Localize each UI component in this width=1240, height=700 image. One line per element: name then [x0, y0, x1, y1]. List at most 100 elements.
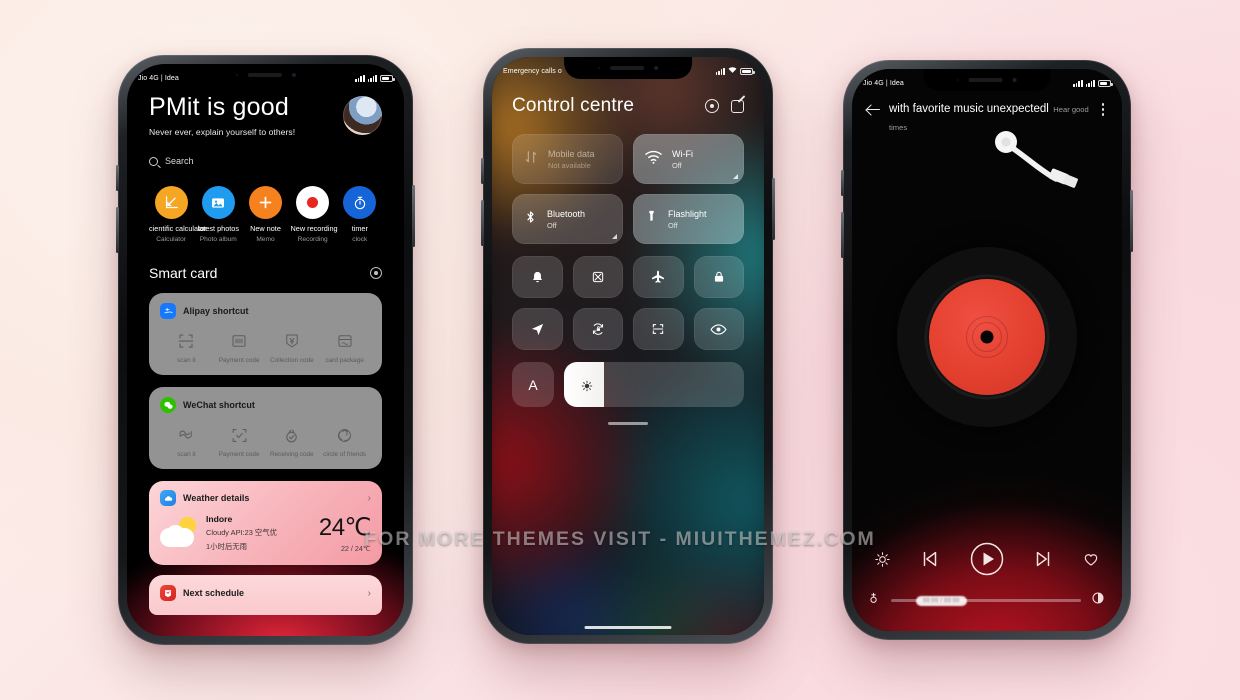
toggle-rotation-lock[interactable] — [572, 308, 623, 350]
card-title: WeChat shortcut — [183, 400, 255, 411]
wechat-actions: scan it Payment code Receiving code circ… — [160, 424, 371, 458]
power-button[interactable] — [1130, 190, 1133, 252]
power-button[interactable] — [412, 185, 415, 247]
smart-card-title: Smart card — [149, 265, 218, 282]
volume-icon[interactable] — [1090, 590, 1106, 611]
drag-handle[interactable] — [608, 422, 648, 425]
app-shortcut-calculator[interactable]: cientific calculator Calculator — [149, 186, 207, 243]
location-icon — [531, 323, 543, 335]
next-schedule-title: Next schedule — [183, 588, 245, 599]
signal-bars-icon — [355, 74, 365, 82]
app-label-secondary: Recording — [297, 236, 328, 244]
airplane-icon — [652, 270, 665, 283]
sensor-dot-icon — [597, 67, 600, 69]
gear-icon[interactable] — [705, 99, 719, 113]
toggle-reading-mode[interactable] — [693, 308, 744, 350]
app-shortcut-timer[interactable]: timer clock — [338, 186, 382, 243]
progress-bar[interactable]: 00:00 / 00:00 — [891, 595, 1081, 606]
app-label-primary: New note — [250, 224, 281, 234]
back-arrow-icon[interactable] — [865, 102, 881, 118]
front-camera-icon — [291, 73, 296, 77]
alipay-action-collection[interactable]: Collection code — [266, 330, 319, 364]
record-icon — [296, 186, 330, 220]
barcode-icon — [213, 330, 266, 352]
chevron-right-icon: › — [367, 492, 371, 504]
weather-title: Weather details — [183, 493, 250, 504]
status-icons — [355, 74, 395, 82]
bluetooth-icon — [523, 208, 538, 231]
search-input[interactable]: Search — [149, 156, 382, 166]
toggle-screenshot[interactable] — [572, 256, 623, 298]
lock-icon — [714, 271, 723, 282]
status-icons — [1073, 79, 1113, 87]
wechat-action-moments[interactable]: circle of friends — [318, 424, 371, 458]
scan-frame-icon — [653, 324, 664, 334]
notch — [200, 64, 331, 86]
card-next-schedule[interactable]: Next schedule › — [149, 575, 382, 616]
toggle-mobile-data[interactable]: Mobile data Not available — [512, 134, 623, 184]
alipay-action-payment[interactable]: Payment code — [213, 330, 266, 364]
wechat-action-scan[interactable]: scan it — [160, 424, 213, 458]
app-label-secondary: clock — [352, 236, 368, 244]
app-label-secondary: Memo — [256, 236, 275, 244]
toggle-state: Off — [672, 160, 682, 170]
toggle-airplane[interactable] — [633, 256, 684, 298]
flashlight-icon — [644, 207, 659, 231]
toggle-scanner[interactable] — [633, 308, 684, 350]
toggle-bluetooth[interactable]: Bluetooth Off — [512, 194, 623, 244]
toggle-location[interactable] — [512, 308, 563, 350]
tonearm-icon — [986, 125, 1096, 195]
app-shortcut-recording[interactable]: New recording Recording — [291, 186, 338, 244]
brightness-slider[interactable] — [564, 362, 744, 407]
time-label: 00:00 / 00:00 — [916, 595, 967, 606]
card-alipay-shortcut[interactable]: Alipay shortcut scan it Payment code Col… — [149, 293, 382, 376]
action-label: circle of friends — [323, 451, 367, 459]
header-actions — [705, 99, 744, 113]
toggle-lock[interactable] — [693, 256, 744, 298]
alipay-action-cardpackage[interactable]: card package — [318, 330, 371, 364]
more-vertical-icon[interactable] — [1097, 103, 1109, 116]
home-indicator[interactable] — [584, 625, 672, 629]
alipay-icon — [160, 303, 176, 320]
toggle-wifi[interactable]: Wi-Fi Off — [633, 134, 744, 184]
weather-header: Weather details › — [149, 481, 382, 511]
heart-icon[interactable] — [1082, 550, 1100, 573]
signal-bars-icon — [1073, 79, 1083, 87]
toggle-silent[interactable] — [512, 256, 563, 298]
auto-brightness-button[interactable]: A — [512, 362, 554, 407]
gear-icon[interactable] — [370, 267, 382, 280]
greeting-header: PMit is good Never ever, explain yoursel… — [149, 94, 382, 137]
edit-icon[interactable] — [731, 99, 744, 113]
app-shortcut-photos[interactable]: latest photos Photo album — [196, 186, 240, 243]
brightness-icon[interactable] — [874, 551, 891, 573]
signal-bars-icon — [715, 67, 725, 75]
search-placeholder: Search — [165, 156, 194, 167]
control-centre-header: Control centre — [512, 95, 744, 117]
mini-toggle-grid — [512, 256, 744, 350]
smart-card-header: Smart card — [149, 265, 382, 281]
pouch-check-icon — [266, 424, 319, 446]
expand-corner-icon[interactable] — [733, 174, 738, 179]
progress-row: 00:00 / 00:00 — [852, 590, 1122, 611]
moments-icon — [318, 424, 371, 446]
action-label: card package — [325, 357, 364, 365]
toggle-state: Off — [668, 220, 678, 230]
avatar[interactable] — [343, 96, 382, 135]
quality-icon[interactable] — [868, 590, 882, 611]
card-wechat-shortcut[interactable]: WeChat shortcut scan it Payment code Rec… — [149, 387, 382, 470]
alipay-action-scan[interactable]: scan it — [160, 330, 213, 364]
expand-corner-icon[interactable] — [612, 234, 617, 239]
action-label: scan it — [177, 451, 196, 459]
toggle-labels: Bluetooth Off — [547, 209, 585, 230]
phone-music-player: Jio 4G | Idea with favorite music unexpe… — [841, 60, 1133, 640]
toggle-flashlight[interactable]: Flashlight Off — [633, 194, 744, 244]
wechat-action-payment[interactable]: Payment code — [213, 424, 266, 458]
app-shortcut-note[interactable]: New note Memo — [243, 186, 287, 243]
wechat-action-receiving[interactable]: Receiving code — [266, 424, 319, 458]
vinyl-record-icon[interactable] — [897, 247, 1077, 427]
power-button[interactable] — [772, 178, 775, 240]
card-weather[interactable]: Weather details › Indore Cloudy API:23 空… — [149, 481, 382, 566]
earpiece-speaker — [247, 73, 282, 77]
next-track-icon[interactable] — [1032, 548, 1054, 575]
previous-track-icon[interactable] — [919, 548, 941, 575]
